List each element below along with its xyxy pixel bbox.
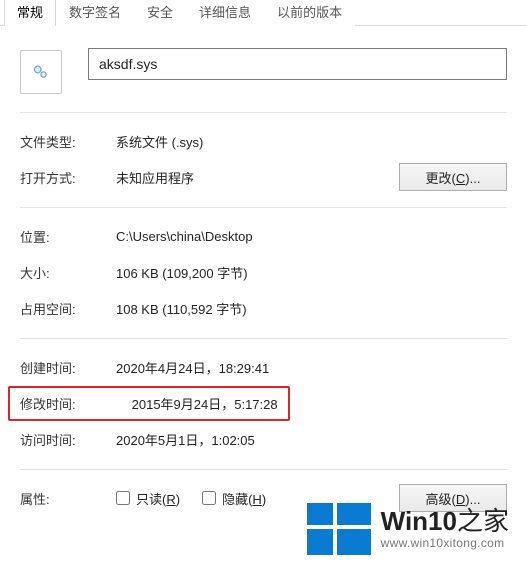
watermark-title-suffix: 之家	[457, 506, 509, 536]
general-panel: 文件类型: 系统文件 (.sys) 打开方式: 未知应用程序 更改(C)... …	[0, 26, 527, 528]
checkbox-hidden[interactable]: 隐藏(H)	[202, 489, 266, 508]
label-file-type: 文件类型:	[20, 132, 116, 151]
tab-previous-versions[interactable]: 以前的版本	[264, 0, 355, 26]
checkbox-readonly[interactable]: 只读(R)	[116, 489, 180, 508]
value-opens-with: 未知应用程序	[116, 168, 399, 187]
file-header	[20, 36, 507, 113]
tab-details[interactable]: 详细信息	[186, 0, 264, 26]
value-modified: 2015年9月24日，5:17:28	[132, 397, 278, 412]
section-size: 位置: C:\Users\china\Desktop 大小: 106 KB (1…	[20, 208, 507, 339]
label-size: 大小:	[20, 263, 116, 282]
change-button-label: 更改(C)...	[426, 171, 481, 186]
value-created: 2020年4月24日，18:29:41	[116, 358, 507, 377]
watermark-title-prefix: Win10	[381, 506, 457, 536]
section-timestamps: 创建时间: 2020年4月24日，18:29:41 修改时间: 2015年9月2…	[20, 339, 507, 470]
tab-bar: 常规 数字签名 安全 详细信息 以前的版本	[0, 0, 527, 26]
label-accessed: 访问时间:	[20, 430, 116, 449]
value-size-on-disk: 108 KB (110,592 字节)	[116, 299, 507, 318]
label-opens-with: 打开方式:	[20, 168, 116, 187]
label-location: 位置:	[20, 227, 116, 246]
label-created: 创建时间:	[20, 358, 116, 377]
tab-security[interactable]: 安全	[134, 0, 186, 26]
file-type-icon	[20, 50, 62, 94]
watermark: Win10之家 www.win10xitong.com	[307, 503, 509, 555]
row-modified: 修改时间: 2015年9月24日，5:17:28	[20, 385, 507, 421]
value-file-type: 系统文件 (.sys)	[116, 132, 507, 151]
tab-general[interactable]: 常规	[4, 0, 56, 26]
change-button[interactable]: 更改(C)...	[399, 163, 507, 191]
checkbox-hidden-label: 隐藏(H)	[222, 489, 266, 508]
label-modified: 修改时间:	[20, 394, 116, 413]
filename-input[interactable]	[88, 48, 507, 80]
checkbox-hidden-input[interactable]	[202, 491, 216, 505]
tab-digital-signatures[interactable]: 数字签名	[56, 0, 134, 26]
checkbox-readonly-input[interactable]	[116, 491, 130, 505]
watermark-text: Win10之家 www.win10xitong.com	[381, 507, 509, 551]
section-type: 文件类型: 系统文件 (.sys) 打开方式: 未知应用程序 更改(C)...	[20, 113, 507, 208]
value-location: C:\Users\china\Desktop	[116, 229, 507, 244]
label-attributes: 属性:	[20, 489, 116, 508]
highlight-box: 修改时间: 2015年9月24日，5:17:28	[8, 386, 290, 421]
watermark-url: www.win10xitong.com	[381, 537, 509, 551]
label-size-on-disk: 占用空间:	[20, 299, 116, 318]
value-size: 106 KB (109,200 字节)	[116, 263, 507, 282]
windows-logo-icon	[307, 503, 371, 555]
checkbox-readonly-label: 只读(R)	[136, 489, 180, 508]
value-accessed: 2020年5月1日，1:02:05	[116, 430, 507, 449]
